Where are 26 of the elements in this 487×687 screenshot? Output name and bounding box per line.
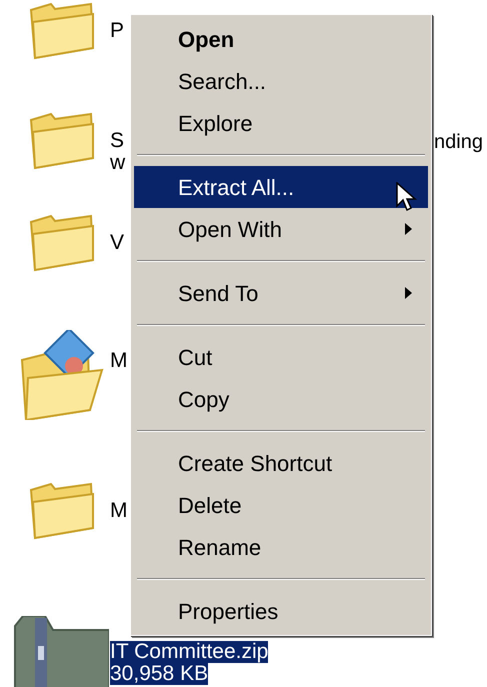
file-name: M: [110, 500, 128, 522]
file-name: IT Committee.zip: [110, 641, 268, 663]
submenu-arrow-icon: [405, 287, 412, 299]
file-name: P: [110, 20, 124, 42]
menu-item[interactable]: Create Shortcut: [134, 442, 428, 484]
file-name: S: [110, 130, 124, 152]
mouse-pointer-icon: [396, 182, 418, 214]
menu-item[interactable]: Send To: [134, 272, 428, 314]
menu-item[interactable]: Extract All...: [134, 166, 428, 208]
folder-with-contact-card-icon: [18, 330, 104, 420]
submenu-arrow-icon: [405, 223, 412, 235]
file-detail: 30,958 KB: [110, 663, 208, 685]
file-detail: w: [110, 152, 126, 174]
menu-item[interactable]: Properties: [134, 590, 428, 632]
menu-item[interactable]: Rename: [134, 526, 428, 568]
zipped-folder-icon: [13, 616, 109, 687]
menu-item[interactable]: Search...: [134, 60, 428, 102]
file-name: M: [110, 350, 128, 372]
menu-item[interactable]: Delete: [134, 484, 428, 526]
file-name: V: [110, 232, 124, 254]
menu-item[interactable]: Copy: [134, 378, 428, 420]
menu-item[interactable]: Open: [134, 18, 428, 60]
menu-item[interactable]: Open With: [134, 208, 428, 250]
menu-item[interactable]: Explore: [134, 102, 428, 144]
file-name: nding: [434, 130, 483, 154]
menu-item[interactable]: Cut: [134, 336, 428, 378]
